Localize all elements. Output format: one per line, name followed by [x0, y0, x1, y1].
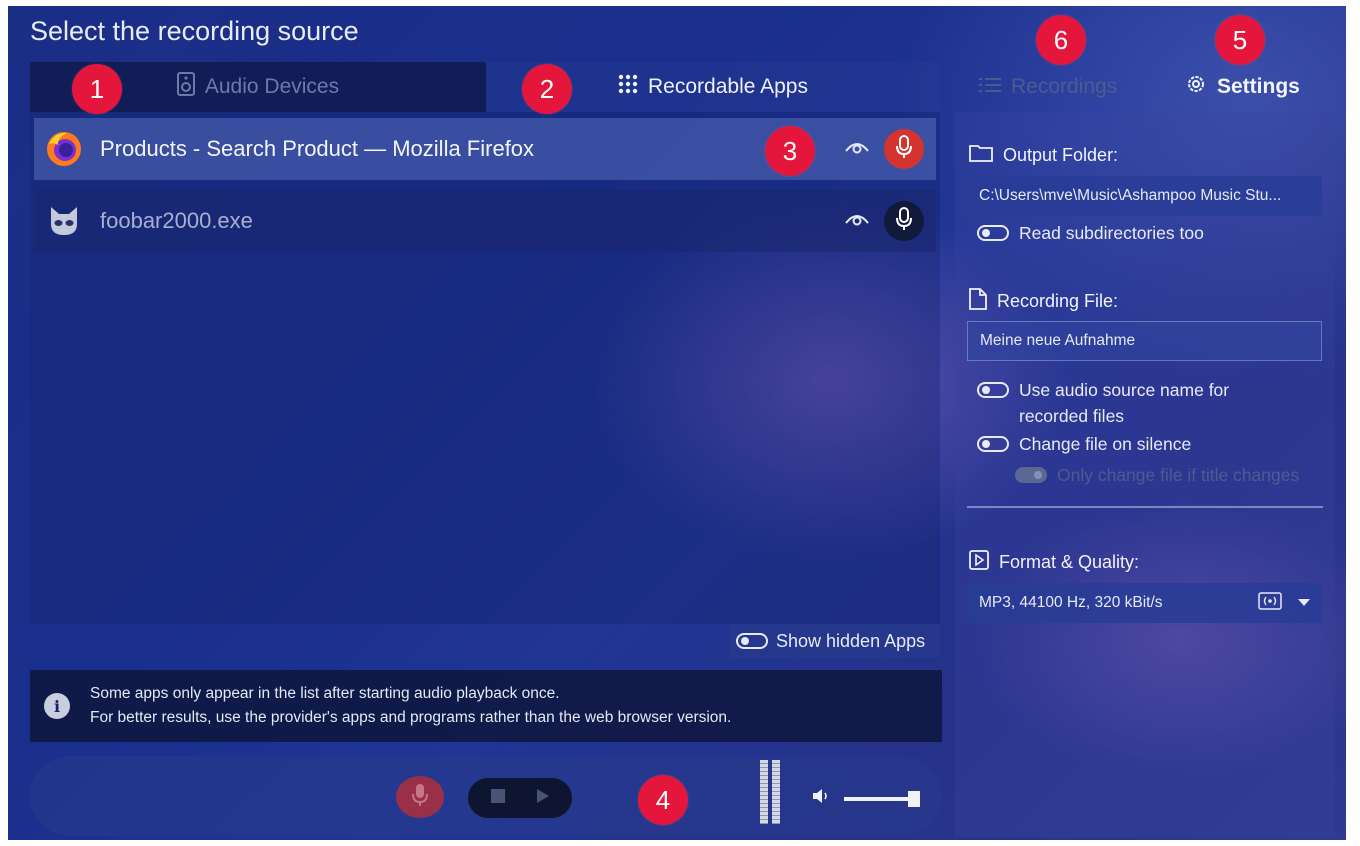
use-source-name-line-2: recorded files — [1019, 406, 1125, 426]
row-actions — [844, 201, 924, 241]
format-quality-label: Format & Quality: — [999, 552, 1140, 572]
record-app-button[interactable] — [884, 129, 924, 169]
use-source-name-line-1: Use audio source name for — [1019, 380, 1230, 400]
right-tabs: Recordings Settings — [955, 62, 1335, 112]
tab-recordings-label: Recordings — [1011, 75, 1118, 98]
section-divider — [967, 506, 1323, 508]
read-subdirectories-option[interactable]: Read subdirectories too — [977, 220, 1204, 246]
visibility-eye-icon[interactable] — [844, 211, 870, 232]
info-text: Some apps only appear in the list after … — [90, 682, 731, 730]
toggle-switch[interactable] — [736, 633, 768, 649]
visibility-eye-icon[interactable] — [844, 139, 870, 160]
folder-icon — [969, 144, 993, 167]
volume-control[interactable] — [812, 788, 920, 809]
page-title: Select the recording source — [30, 16, 359, 46]
callout-badge-1: 1 — [72, 64, 122, 114]
speaker-volume-icon — [812, 788, 832, 809]
volume-slider[interactable] — [844, 790, 920, 807]
info-line-1: Some apps only appear in the list after … — [90, 685, 560, 702]
callout-badge-4: 4 — [638, 775, 688, 825]
toggle-switch — [1015, 467, 1047, 483]
tab-recordable-apps-label: Recordable Apps — [648, 75, 808, 98]
info-line-2: For better results, use the provider's a… — [90, 709, 732, 726]
level-meter — [760, 760, 782, 824]
tab-settings[interactable]: Settings — [1185, 62, 1300, 112]
output-folder-heading: Output Folder: — [969, 144, 1118, 167]
foobar-icon — [44, 201, 84, 241]
recording-file-field[interactable]: Meine neue Aufnahme — [967, 321, 1322, 361]
grid-icon — [618, 74, 638, 100]
read-subdirectories-label: Read subdirectories too — [1019, 223, 1204, 243]
recorder-window: Select the recording source Audio Device… — [0, 0, 1360, 846]
play-box-icon — [969, 550, 989, 575]
frame-edge — [0, 0, 8, 846]
only-title-change-label: Only change file if title changes — [1057, 465, 1300, 485]
app-list: Products - Search Product — Mozilla Fire… — [30, 112, 940, 624]
recording-file-label: Recording File: — [997, 291, 1119, 311]
tab-settings-label: Settings — [1217, 75, 1300, 98]
stop-play-group — [468, 778, 572, 818]
stop-icon[interactable] — [490, 788, 506, 809]
output-folder-label: Output Folder: — [1003, 145, 1119, 165]
format-controls — [1258, 591, 1310, 615]
settings-panel: Output Folder: C:\Users\mve\Music\Ashamp… — [955, 112, 1335, 837]
app-name: foobar2000.exe — [100, 208, 253, 233]
recording-file-heading: Recording File: — [969, 288, 1118, 315]
show-hidden-apps-label: Show hidden Apps — [776, 630, 926, 651]
toggle-switch[interactable] — [977, 382, 1009, 398]
microphone-icon — [412, 783, 428, 812]
tab-recordings[interactable]: Recordings — [979, 62, 1117, 112]
format-quality-value: MP3, 44100 Hz, 320 kBit/s — [979, 594, 1163, 611]
frame-edge — [1346, 0, 1360, 846]
broadcast-icon[interactable] — [1258, 591, 1282, 615]
only-title-change-option: Only change file if title changes — [1015, 462, 1299, 488]
callout-badge-2: 2 — [522, 64, 572, 114]
microphone-icon — [896, 206, 912, 236]
gear-icon — [1185, 73, 1207, 101]
toggle-switch[interactable] — [977, 436, 1009, 452]
firefox-icon — [44, 129, 84, 169]
info-icon: i — [44, 693, 70, 719]
microphone-icon — [896, 134, 912, 164]
output-folder-field[interactable]: C:\Users\mve\Music\Ashampoo Music Stu... — [967, 176, 1322, 216]
toggle-switch[interactable] — [977, 225, 1009, 241]
speaker-icon — [176, 72, 195, 102]
callout-badge-3: 3 — [765, 126, 815, 176]
show-hidden-apps-toggle[interactable]: Show hidden Apps — [730, 624, 940, 658]
tab-audio-devices-label: Audio Devices — [204, 75, 340, 98]
row-actions — [844, 129, 924, 169]
play-icon[interactable] — [536, 788, 550, 809]
frame-edge — [0, 0, 1360, 6]
callout-badge-5: 5 — [1215, 15, 1265, 65]
callout-badge-6: 6 — [1036, 15, 1086, 65]
info-bar: i Some apps only appear in the list afte… — [30, 670, 942, 742]
list-icon — [979, 75, 1001, 99]
record-app-button[interactable] — [884, 201, 924, 241]
level-meter-left — [760, 760, 768, 824]
volume-slider-knob[interactable] — [908, 790, 920, 807]
format-quality-heading: Format & Quality: — [969, 550, 1139, 575]
file-icon — [969, 288, 987, 315]
app-name: Products - Search Product — Mozilla Fire… — [100, 136, 535, 161]
format-quality-select[interactable]: MP3, 44100 Hz, 320 kBit/s — [967, 583, 1322, 623]
change-on-silence-option[interactable]: Change file on silence — [977, 431, 1191, 457]
use-source-name-label: Use audio source name for recorded files — [1019, 377, 1229, 429]
use-source-name-option[interactable]: Use audio source name for recorded files — [977, 377, 1229, 429]
change-on-silence-label: Change file on silence — [1019, 434, 1192, 454]
chevron-down-icon[interactable] — [1298, 594, 1310, 612]
app-row-foobar[interactable]: foobar2000.exe — [34, 190, 936, 252]
transport-bar — [30, 756, 942, 836]
level-meter-right — [772, 760, 780, 824]
record-button[interactable] — [396, 776, 444, 818]
frame-edge — [0, 840, 1360, 846]
